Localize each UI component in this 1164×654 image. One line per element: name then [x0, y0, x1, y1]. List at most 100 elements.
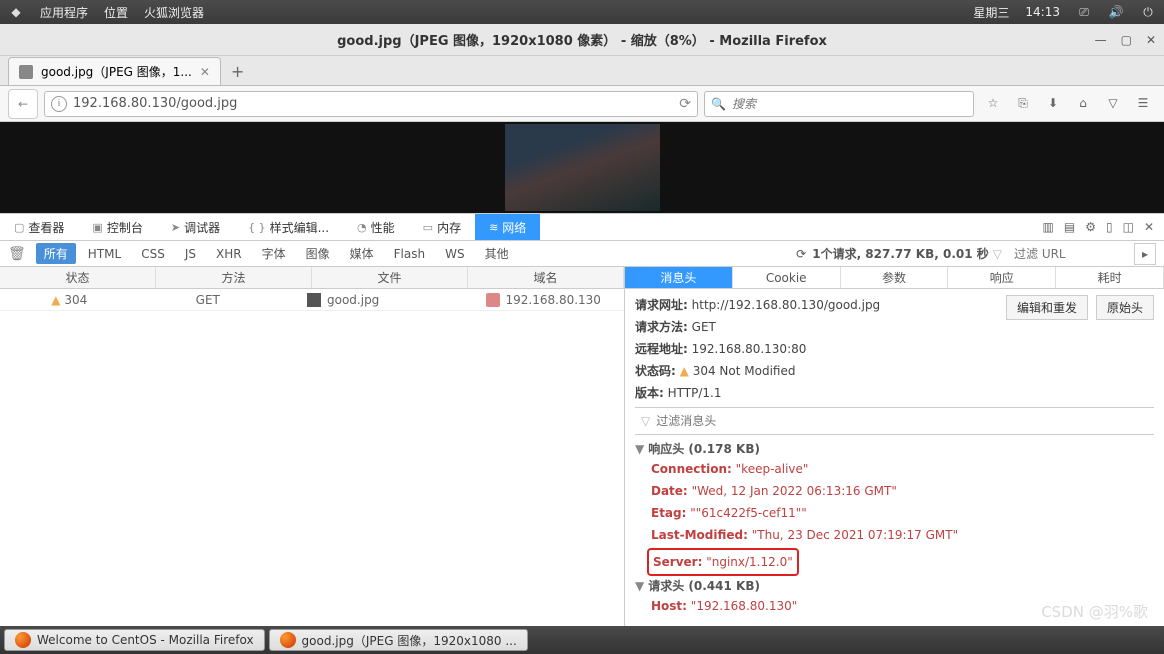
watermark: CSDN @羽%歌	[1041, 601, 1148, 622]
taskbar-label-1: Welcome to CentOS - Mozilla Firefox	[37, 633, 254, 647]
filter-js[interactable]: JS	[177, 245, 204, 263]
row-file: good.jpg	[327, 289, 379, 311]
tab-console[interactable]: ▣控制台	[78, 214, 156, 240]
h-conn-k: Connection:	[651, 462, 732, 476]
bookmark-star-icon[interactable]: ☆	[984, 96, 1002, 111]
clear-icon[interactable]: 🗑	[8, 246, 26, 262]
responsive-icon[interactable]: ▥	[1043, 220, 1054, 234]
url-input[interactable]	[73, 96, 673, 111]
insecure-icon	[486, 293, 500, 307]
filter-headers-input[interactable]	[656, 414, 1148, 428]
h-conn-v: "keep-alive"	[736, 462, 809, 476]
filter-all[interactable]: 所有	[36, 243, 76, 264]
col-status[interactable]: 状态	[0, 267, 156, 288]
reload-icon[interactable]: ⟳	[679, 96, 691, 112]
twisty-icon-2[interactable]: ▼	[635, 579, 644, 593]
tab-inspector[interactable]: ▢查看器	[0, 214, 78, 240]
firefox-icon	[15, 632, 31, 648]
menu-icon[interactable]: ☰	[1134, 96, 1152, 111]
filter-font[interactable]: 字体	[254, 243, 294, 264]
window-title-text: good.jpg（JPEG 图像，1920x1080 像素） - 缩放（8%） …	[337, 30, 827, 49]
menu-browser[interactable]: 火狐浏览器	[144, 4, 204, 21]
filter-html[interactable]: HTML	[80, 245, 129, 263]
volume-icon[interactable]: 🔊	[1108, 4, 1124, 20]
devtools-tabs: ▢查看器 ▣控制台 ➤调试器 { }样式编辑... ◔性能 ▭内存 ≋网络 ▥ …	[0, 214, 1164, 241]
save-page-icon[interactable]: ⎘	[1014, 96, 1032, 111]
tab-close-icon[interactable]: ✕	[200, 65, 210, 79]
filter-media[interactable]: 媒体	[342, 243, 382, 264]
close-icon[interactable]: ✕	[1146, 33, 1156, 47]
tab-params[interactable]: 参数	[841, 267, 949, 288]
search-input[interactable]	[732, 97, 967, 111]
filter-headers-box[interactable]: ▽	[635, 407, 1154, 435]
search-bar[interactable]: 🔍	[704, 91, 974, 117]
tab-timings[interactable]: 耗时	[1056, 267, 1164, 288]
network-detail-panel: 消息头 Cookie 参数 响应 耗时 原始头 编辑和重发 请求网址: http…	[625, 267, 1164, 626]
browser-tab[interactable]: good.jpg（JPEG 图像，1... ✕	[8, 57, 221, 85]
filter-url-input[interactable]	[1014, 247, 1124, 261]
settings-icon[interactable]: ⚙	[1085, 220, 1096, 234]
tab-response[interactable]: 响应	[948, 267, 1056, 288]
inspector-icon: ▢	[14, 221, 24, 234]
tab-perf[interactable]: ◔性能	[343, 214, 409, 240]
col-method[interactable]: 方法	[156, 267, 312, 288]
edit-resend-button[interactable]: 编辑和重发	[1006, 295, 1088, 320]
col-domain[interactable]: 域名	[468, 267, 624, 288]
menu-places[interactable]: 位置	[104, 4, 128, 21]
status-code-label: 状态码:	[635, 364, 676, 378]
tab-style[interactable]: { }样式编辑...	[234, 214, 343, 240]
filter-ws[interactable]: WS	[437, 245, 472, 263]
server-header-highlight: Server: "nginx/1.12.0"	[647, 548, 799, 576]
pocket-icon[interactable]: ▽	[1104, 96, 1122, 111]
h-host-k: Host:	[651, 599, 687, 613]
filter-image[interactable]: 图像	[298, 243, 338, 264]
filter-css[interactable]: CSS	[133, 245, 173, 263]
dock-side-icon[interactable]: ▯	[1106, 220, 1113, 234]
tab-title: good.jpg（JPEG 图像，1...	[41, 63, 192, 80]
row-method: GET	[139, 289, 278, 310]
downloads-icon[interactable]: ⬇	[1044, 96, 1062, 111]
network-row[interactable]: ▲ 304 GET good.jpg 192.168.80.130	[0, 289, 624, 311]
request-method-label: 请求方法:	[635, 320, 688, 334]
home-icon[interactable]: ⌂	[1074, 96, 1092, 111]
site-info-icon[interactable]: i	[51, 96, 67, 112]
tab-cookies[interactable]: Cookie	[733, 267, 841, 288]
style-icon: { }	[248, 221, 266, 234]
tab-network[interactable]: ≋网络	[475, 214, 540, 240]
request-summary: 1个请求, 827.77 KB, 0.01 秒	[812, 245, 989, 262]
raw-headers-button[interactable]: 原始头	[1096, 295, 1154, 320]
clock-time: 14:13	[1025, 5, 1060, 19]
filter-other[interactable]: 其他	[477, 243, 517, 264]
split-console-icon[interactable]: ▤	[1064, 220, 1075, 234]
maximize-icon[interactable]: ▢	[1121, 33, 1132, 47]
filter-funnel-icon: ▽	[993, 247, 1002, 261]
filter-xhr[interactable]: XHR	[208, 245, 250, 263]
taskbar-label-2: good.jpg（JPEG 图像，1920x1080 ...	[302, 632, 517, 649]
progress-icon: ⟳	[796, 247, 806, 261]
funnel-icon: ▽	[641, 411, 650, 431]
firefox-icon	[280, 632, 296, 648]
warning-icon: ▲	[51, 293, 60, 307]
tab-memory[interactable]: ▭内存	[409, 214, 475, 240]
h-date-k: Date:	[651, 484, 688, 498]
col-file[interactable]: 文件	[312, 267, 468, 288]
back-button[interactable]: ←	[8, 89, 38, 119]
tab-headers[interactable]: 消息头	[625, 267, 733, 288]
h-etag-v: ""61c422f5-cef11""	[690, 506, 807, 520]
power-icon[interactable]: ⏻	[1140, 4, 1156, 20]
devtools-close-icon[interactable]: ✕	[1144, 220, 1154, 234]
new-tab-button[interactable]: +	[221, 58, 254, 85]
filter-flash[interactable]: Flash	[386, 245, 433, 263]
taskbar-button-2[interactable]: good.jpg（JPEG 图像，1920x1080 ...	[269, 629, 528, 651]
minimize-icon[interactable]: —	[1095, 33, 1107, 47]
menu-apps[interactable]: 应用程序	[40, 4, 88, 21]
network-icon[interactable]: ⎚	[1076, 4, 1092, 20]
response-headers-section: 响应头 (0.178 KB)	[648, 442, 760, 456]
tab-debugger[interactable]: ➤调试器	[157, 214, 234, 240]
dock-popup-icon[interactable]: ◫	[1123, 220, 1134, 234]
address-bar[interactable]: i ⟳	[44, 91, 698, 117]
twisty-icon[interactable]: ▼	[635, 442, 644, 456]
file-thumb-icon	[307, 293, 321, 307]
har-export-icon[interactable]: ▸	[1134, 243, 1156, 265]
taskbar-button-1[interactable]: Welcome to CentOS - Mozilla Firefox	[4, 629, 265, 651]
